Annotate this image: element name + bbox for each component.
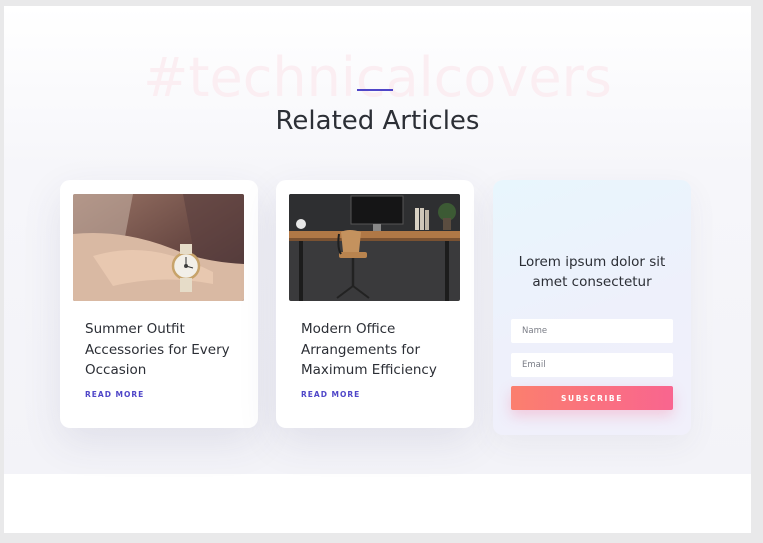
article-title-line: Arrangements for <box>301 341 420 358</box>
read-more-link[interactable]: READ MORE <box>85 390 144 399</box>
title-accent-line <box>357 89 393 91</box>
article-title-line: Occasion <box>85 362 147 378</box>
subscribe-card: Lorem ipsum dolor sit amet consectetur S… <box>493 180 691 435</box>
subscribe-heading-line: Lorem ipsum dolor sit <box>518 254 666 270</box>
article-title[interactable]: Modern Office Arrangements for Maximum E… <box>301 319 461 381</box>
page: #technicalcovers Related Articles Summer… <box>4 6 751 533</box>
section-watermark: #technicalcovers <box>143 46 612 109</box>
article-title-line: Maximum Efficiency <box>301 362 437 378</box>
subscribe-heading-line: amet consectetur <box>532 274 652 290</box>
subscribe-heading: Lorem ipsum dolor sit amet consectetur <box>493 252 691 292</box>
subscribe-button[interactable]: SUBSCRIBE <box>511 386 673 410</box>
wristwatch-photo[interactable] <box>73 194 244 301</box>
article-card[interactable]: Summer Outfit Accessories for Every Occa… <box>60 180 258 428</box>
article-title-line: Summer Outfit <box>85 321 185 337</box>
name-input[interactable] <box>511 319 673 343</box>
read-more-link[interactable]: READ MORE <box>301 390 360 399</box>
article-card[interactable]: Modern Office Arrangements for Maximum E… <box>276 180 474 428</box>
article-title-line: Modern Office <box>301 321 396 337</box>
office-desk-photo[interactable] <box>289 194 460 301</box>
article-title[interactable]: Summer Outfit Accessories for Every Occa… <box>85 319 245 381</box>
footer-area <box>4 474 751 533</box>
email-input[interactable] <box>511 353 673 377</box>
section-title: Related Articles <box>275 106 480 136</box>
article-title-line: Accessories for Every <box>85 341 230 358</box>
